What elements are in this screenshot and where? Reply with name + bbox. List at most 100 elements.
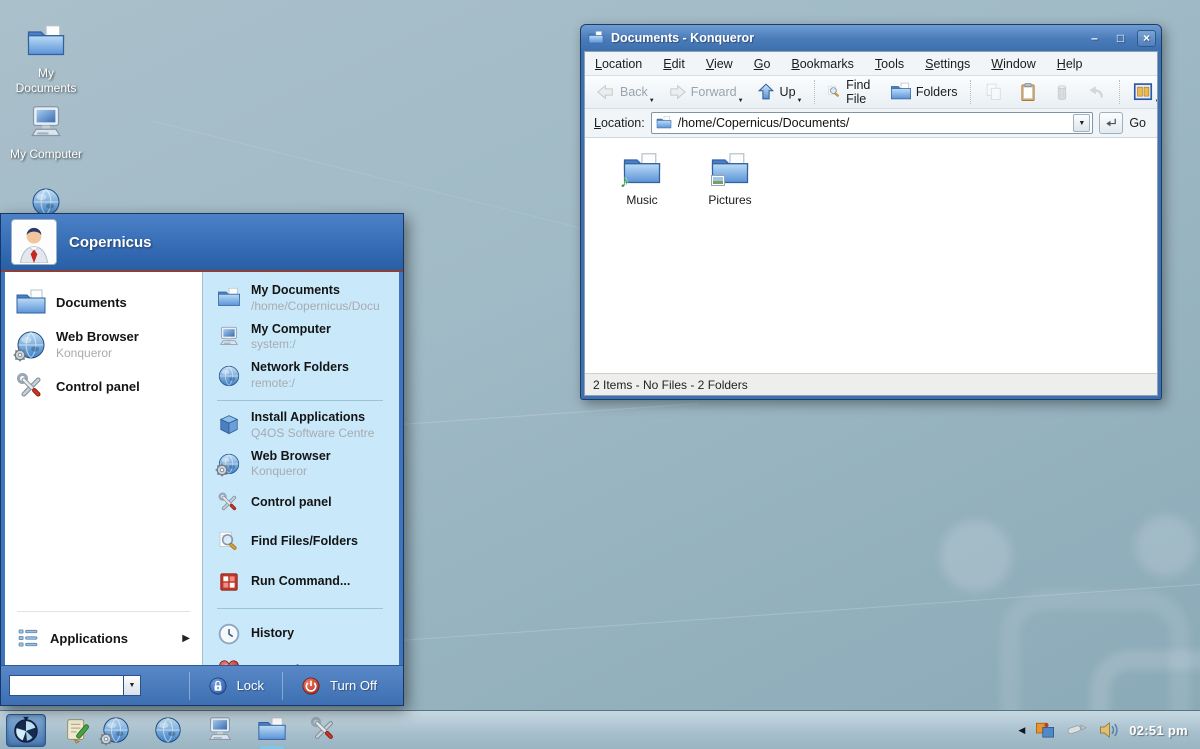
search-dropdown-button[interactable]: ▼ (123, 675, 141, 696)
start-menu-footer: ▼ Lock Turn Off (1, 665, 403, 705)
titlebar[interactable]: Documents - Konqueror – □ × (581, 25, 1161, 51)
taskbar-icon-computer[interactable] (204, 714, 236, 746)
location-input[interactable] (676, 115, 1070, 131)
menu-item-install-applications[interactable]: Install Applications Q4OS Software Centr… (203, 406, 399, 445)
menu-location[interactable]: Location (595, 57, 642, 71)
separator (217, 400, 383, 401)
taskbar-icon-control-panel[interactable] (308, 714, 340, 746)
folder-icon (15, 287, 47, 319)
menu-item-web-browser-2[interactable]: Web Browser Konqueror (203, 445, 399, 484)
menu-tools[interactable]: Tools (875, 57, 904, 71)
taskbar-icon-web-browser[interactable] (100, 714, 132, 746)
menu-item-control-panel-2[interactable]: Control panel (203, 483, 399, 519)
file-view[interactable]: ♪ Music Pictures (585, 138, 1157, 373)
find-file-button[interactable]: Find File (822, 76, 882, 108)
folder-icon (26, 22, 66, 62)
separator (217, 608, 383, 609)
item-sublabel: Konqueror (251, 464, 331, 479)
close-button[interactable]: × (1137, 30, 1156, 47)
menu-item-web-browser[interactable]: Web Browser Konqueror (5, 324, 202, 366)
menubar: Location Edit View Go Bookmarks Tools Se… (585, 52, 1157, 76)
item-label: My Documents (251, 283, 379, 299)
go-label[interactable]: Go (1129, 116, 1148, 130)
undo-button[interactable] (1080, 79, 1112, 105)
wallpaper-circle (1135, 515, 1197, 577)
gear-icon (12, 347, 28, 363)
taskbar-icon-file-manager[interactable] (256, 714, 288, 746)
undo-icon (1085, 81, 1107, 103)
menu-window[interactable]: Window (991, 57, 1035, 71)
up-button[interactable]: Up ▼ (751, 80, 808, 104)
music-note-icon: ♪ (620, 172, 629, 192)
back-dropdown-icon[interactable]: ▼ (649, 98, 655, 104)
desktop-icon-my-documents[interactable]: My Documents (6, 22, 86, 96)
item-label: Run Command... (251, 574, 350, 590)
file-item-music[interactable]: ♪ Music (611, 150, 673, 207)
item-label: Applications (50, 631, 128, 646)
view-mode-button[interactable]: ▼ (1127, 79, 1159, 105)
start-button[interactable] (6, 714, 46, 747)
location-bar: Location: ▼ Go (585, 109, 1157, 138)
item-label: Install Applications (251, 410, 374, 426)
trash-button[interactable] (1046, 79, 1078, 105)
paste-button[interactable] (1012, 79, 1044, 105)
menu-settings[interactable]: Settings (925, 57, 970, 71)
search-combo[interactable]: ▼ (9, 675, 141, 696)
location-combo[interactable]: ▼ (651, 112, 1094, 134)
menu-item-run-command[interactable]: Run Command... (203, 558, 399, 598)
view-mode-icon (1132, 81, 1154, 103)
lock-label: Lock (237, 678, 264, 693)
search-input[interactable] (9, 675, 123, 696)
menu-item-my-computer[interactable]: My Computer system:/ (203, 318, 399, 357)
go-enter-button[interactable] (1099, 112, 1123, 134)
start-menu-left-column: Documents Web Browser Konqueror Control … (5, 272, 202, 665)
up-dropdown-icon[interactable]: ▼ (797, 98, 803, 104)
copy-button[interactable] (978, 79, 1010, 105)
tray-volume-icon[interactable] (1097, 718, 1121, 742)
gear-icon (214, 462, 230, 478)
menu-view[interactable]: View (706, 57, 733, 71)
lock-button[interactable]: Lock (189, 672, 282, 700)
location-dropdown-button[interactable]: ▼ (1073, 114, 1090, 132)
menu-item-documents[interactable]: Documents (5, 282, 202, 324)
turn-off-button[interactable]: Turn Off (282, 672, 395, 700)
clock[interactable]: 02:51 pm (1129, 723, 1188, 738)
taskbar-icon-globe[interactable] (152, 714, 184, 746)
item-label: Web Browser (251, 449, 331, 465)
menu-item-my-documents[interactable]: My Documents /home/Copernicus/Documents/ (203, 279, 399, 318)
menu-item-control-panel[interactable]: Control panel (5, 366, 202, 408)
desktop: My Documents My Computer Documents - Kon… (0, 0, 1200, 749)
folders-label: Folders (916, 85, 958, 99)
file-item-pictures[interactable]: Pictures (699, 150, 761, 207)
start-menu: Copernicus Documents Web Browser Konquer… (0, 213, 404, 706)
gear-icon (98, 731, 114, 747)
file-label: Pictures (708, 193, 751, 207)
tools-icon (15, 371, 47, 403)
menu-item-history[interactable]: History (203, 614, 399, 650)
location-label: Location: (594, 116, 645, 130)
tray-updates-icon[interactable] (1033, 718, 1057, 742)
maximize-button[interactable]: □ (1111, 30, 1130, 47)
view-mode-dropdown-icon[interactable]: ▼ (1155, 99, 1159, 105)
menu-edit[interactable]: Edit (663, 57, 685, 71)
menu-bookmarks[interactable]: Bookmarks (791, 57, 854, 71)
forward-dropdown-icon[interactable]: ▼ (738, 98, 744, 104)
menu-help[interactable]: Help (1057, 57, 1083, 71)
menu-item-network-folders[interactable]: Network Folders remote:/ (203, 356, 399, 395)
tray-clipboard-icon[interactable] (1065, 718, 1089, 742)
tray-collapse-icon[interactable]: ◀ (1018, 725, 1025, 736)
item-label: Network Folders (251, 360, 349, 376)
folders-button[interactable]: Folders (885, 79, 963, 105)
item-label: Control panel (56, 379, 140, 395)
taskbar-icon-notes[interactable] (62, 714, 94, 746)
find-file-label: Find File (846, 78, 878, 106)
menu-item-find-files[interactable]: Find Files/Folders (203, 519, 399, 558)
forward-button[interactable]: Forward ▼ (662, 80, 749, 104)
back-button[interactable]: Back ▼ (591, 80, 660, 104)
desktop-icon-my-computer[interactable]: My Computer (6, 103, 86, 162)
wallpaper-line (400, 583, 1200, 641)
menu-item-applications[interactable]: Applications ▶ (5, 617, 202, 661)
menu-go[interactable]: Go (754, 57, 771, 71)
lock-icon (208, 676, 228, 696)
minimize-button[interactable]: – (1085, 30, 1104, 47)
